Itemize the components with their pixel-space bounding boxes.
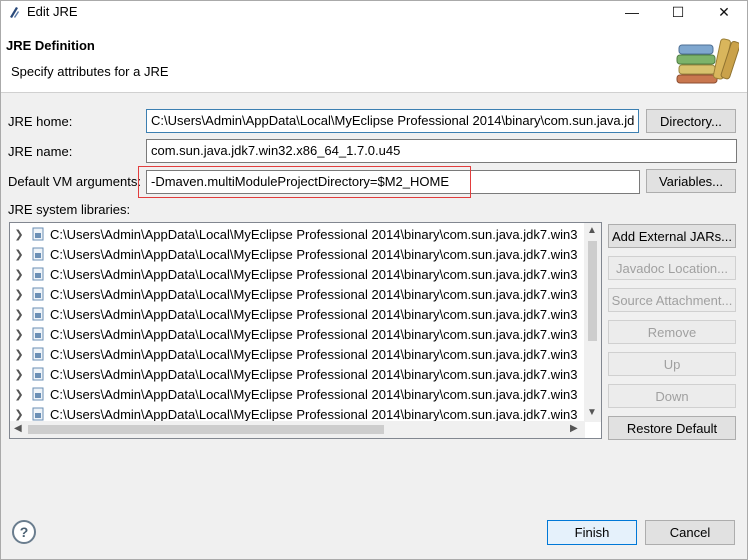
library-row[interactable]: ❯ C:\Users\Admin\AppData\Local\MyEclipse … (10, 324, 585, 344)
minimize-button[interactable]: — (609, 1, 655, 23)
jar-icon (32, 307, 44, 321)
library-row[interactable]: ❯ C:\Users\Admin\AppData\Local\MyEclipse … (10, 304, 585, 324)
directory-button[interactable]: Directory... (646, 109, 736, 133)
jar-icon (32, 267, 44, 281)
expand-chevron-icon[interactable]: ❯ (10, 228, 28, 241)
add-external-jars-button[interactable]: Add External JARs... (608, 224, 736, 248)
expand-chevron-icon[interactable]: ❯ (10, 388, 28, 401)
remove-button[interactable]: Remove (608, 320, 736, 344)
horizontal-scrollbar[interactable]: ◀ ▶ (10, 421, 585, 438)
scroll-down-icon[interactable]: ▼ (587, 407, 597, 418)
expand-chevron-icon[interactable]: ❯ (10, 328, 28, 341)
variables-button[interactable]: Variables... (646, 169, 736, 193)
close-button[interactable]: ✕ (701, 1, 747, 23)
expand-chevron-icon[interactable]: ❯ (10, 348, 28, 361)
library-row[interactable]: ❯ C:\Users\Admin\AppData\Local\MyEclipse … (10, 284, 585, 304)
expand-chevron-icon[interactable]: ❯ (10, 408, 28, 421)
scroll-up-icon[interactable]: ▲ (587, 225, 597, 236)
library-path: C:\Users\Admin\AppData\Local\MyEclipse P… (50, 346, 578, 362)
library-path: C:\Users\Admin\AppData\Local\MyEclipse P… (50, 306, 578, 322)
library-path: C:\Users\Admin\AppData\Local\MyEclipse P… (50, 286, 578, 302)
annotation-highlight-box (138, 166, 471, 198)
edit-jre-dialog: Edit JRE — ☐ ✕ JRE Definition Specify at… (0, 0, 748, 560)
jar-icon (32, 327, 44, 341)
help-icon[interactable]: ? (12, 520, 36, 544)
library-path: C:\Users\Admin\AppData\Local\MyEclipse P… (50, 366, 578, 382)
source-attachment-button[interactable]: Source Attachment... (608, 288, 736, 312)
vm-args-label: Default VM arguments: (8, 174, 141, 189)
library-row[interactable]: ❯ C:\Users\Admin\AppData\Local\MyEclipse … (10, 364, 585, 384)
expand-chevron-icon[interactable]: ❯ (10, 288, 28, 301)
jar-icon (32, 367, 44, 381)
header-title: JRE Definition (6, 38, 95, 53)
expand-chevron-icon[interactable]: ❯ (10, 268, 28, 281)
library-path: C:\Users\Admin\AppData\Local\MyEclipse P… (50, 226, 578, 242)
scroll-left-icon[interactable]: ◀ (14, 423, 22, 434)
library-row[interactable]: ❯ C:\Users\Admin\AppData\Local\MyEclipse … (10, 344, 585, 364)
expand-chevron-icon[interactable]: ❯ (10, 368, 28, 381)
library-path: C:\Users\Admin\AppData\Local\MyEclipse P… (50, 266, 578, 282)
jar-icon (32, 347, 44, 361)
library-row[interactable]: ❯ C:\Users\Admin\AppData\Local\MyEclipse … (10, 264, 585, 284)
jre-home-label: JRE home: (8, 114, 73, 129)
close-icon: ✕ (718, 3, 730, 20)
jre-home-input[interactable]: C:\Users\Admin\AppData\Local\MyEclipse P… (146, 109, 639, 133)
javadoc-location-button[interactable]: Javadoc Location... (608, 256, 736, 280)
jar-icon (32, 247, 44, 261)
title-bar: Edit JRE — ☐ ✕ (1, 1, 747, 23)
library-path: C:\Users\Admin\AppData\Local\MyEclipse P… (50, 246, 578, 262)
jar-icon (32, 387, 44, 401)
eclipse-app-icon (10, 7, 19, 18)
library-path: C:\Users\Admin\AppData\Local\MyEclipse P… (50, 406, 578, 422)
down-button[interactable]: Down (608, 384, 736, 408)
library-row[interactable]: ❯ C:\Users\Admin\AppData\Local\MyEclipse … (10, 384, 585, 404)
jre-name-input[interactable]: com.sun.java.jdk7.win32.x86_64_1.7.0.u45 (146, 139, 737, 163)
library-path: C:\Users\Admin\AppData\Local\MyEclipse P… (50, 386, 578, 402)
horizontal-scroll-thumb[interactable] (28, 425, 384, 434)
dialog-header: JRE Definition Specify attributes for a … (1, 23, 747, 93)
jar-icon (32, 407, 44, 421)
vertical-scrollbar[interactable]: ▲ ▼ (584, 223, 601, 422)
libraries-label: JRE system libraries: (8, 202, 131, 217)
window-title: Edit JRE (27, 4, 78, 19)
library-row[interactable]: ❯ C:\Users\Admin\AppData\Local\MyEclipse … (10, 244, 585, 264)
maximize-button[interactable]: ☐ (655, 1, 701, 23)
restore-default-button[interactable]: Restore Default (608, 416, 736, 440)
expand-chevron-icon[interactable]: ❯ (10, 248, 28, 261)
library-path: C:\Users\Admin\AppData\Local\MyEclipse P… (50, 326, 578, 342)
expand-chevron-icon[interactable]: ❯ (10, 308, 28, 321)
finish-button[interactable]: Finish (547, 520, 637, 545)
jar-icon (32, 287, 44, 301)
books-icon (676, 38, 739, 84)
header-subtitle: Specify attributes for a JRE (11, 64, 169, 79)
up-button[interactable]: Up (608, 352, 736, 376)
library-row[interactable]: ❯ C:\Users\Admin\AppData\Local\MyEclipse … (10, 224, 585, 244)
vertical-scroll-thumb[interactable] (588, 241, 597, 341)
maximize-icon: ☐ (671, 3, 685, 20)
jar-icon (32, 227, 44, 241)
jre-name-label: JRE name: (8, 144, 73, 159)
scroll-right-icon[interactable]: ▶ (570, 423, 578, 434)
libraries-tree[interactable]: ❯ C:\Users\Admin\AppData\Local\MyEclipse … (9, 222, 602, 439)
minimize-icon: — (625, 4, 639, 20)
cancel-button[interactable]: Cancel (645, 520, 735, 545)
